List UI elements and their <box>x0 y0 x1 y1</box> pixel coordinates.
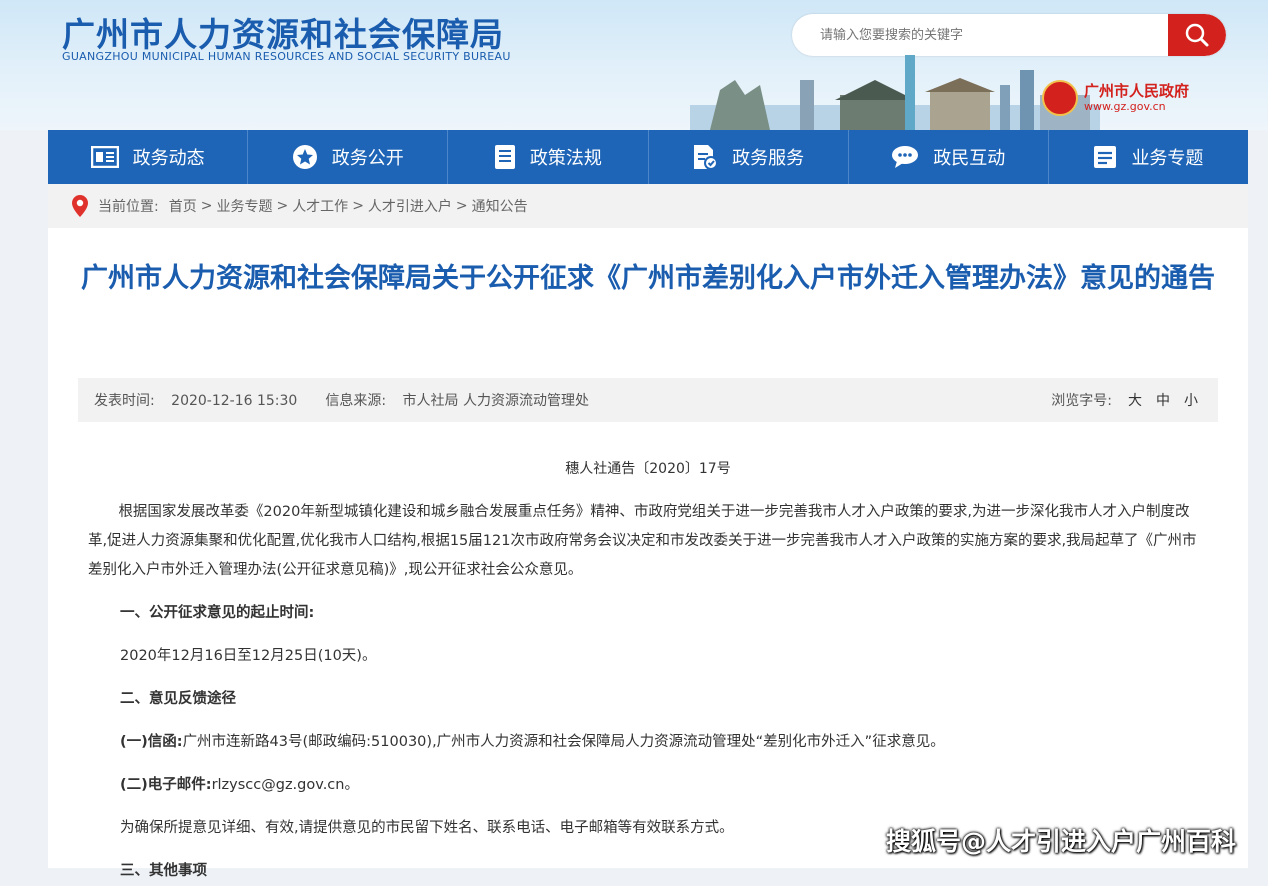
topic-list-icon <box>1093 145 1117 169</box>
breadcrumb-item-yewu-zhuanti[interactable]: 业务专题 <box>216 196 272 216</box>
section1-text: 2020年12月16日至12月25日(10天)。 <box>120 648 377 664</box>
breadcrumb-item-tongzhi-gonggao[interactable]: 通知公告 <box>472 196 528 216</box>
nav-item-yewu-zhuanti[interactable]: 业务专题 <box>1049 130 1248 184</box>
star-circle-icon <box>292 144 318 170</box>
letter-paragraph: (一)信函:广州市连新路43号(邮政编码:510030),广州市人力资源和社会保… <box>88 728 1208 757</box>
nav-label: 政民互动 <box>933 148 1006 169</box>
publish-time: 发表时间: 2020-12-16 15:30 <box>94 390 297 410</box>
nav-item-zhengwu-gongkai[interactable]: 政务公开 <box>248 130 449 184</box>
service-doc-icon <box>692 144 719 170</box>
breadcrumb-separator: > <box>455 198 468 214</box>
gz-government-logo[interactable]: 广州市人民政府 www.gz.gov.cn <box>1042 80 1189 116</box>
city-skyline-illustration <box>690 55 1100 130</box>
nav-label: 政务服务 <box>732 148 805 169</box>
main-nav: 政务动态 政务公开 政策法规 政务服务 政民互动 业务专题 <box>48 130 1248 184</box>
breadcrumb-separator: > <box>200 198 213 214</box>
font-size-medium-button[interactable]: 中 <box>1156 390 1170 410</box>
nav-label: 业务专题 <box>1131 148 1204 169</box>
nav-item-zhengce-fagui[interactable]: 政策法规 <box>448 130 649 184</box>
gov-emblem-icon <box>1042 80 1078 116</box>
section2-heading: 二、意见反馈途径 <box>120 691 236 707</box>
article-container: 广州市人力资源和社会保障局关于公开征求《广州市差别化入户市外迁入管理办法》意见的… <box>48 228 1248 879</box>
site-title-en: GUANGZHOU MUNICIPAL HUMAN RESOURCES AND … <box>62 50 511 63</box>
font-size-small-button[interactable]: 小 <box>1184 390 1198 410</box>
publish-time-label: 发表时间: <box>94 393 155 409</box>
document-list-icon <box>494 144 516 170</box>
publish-time-value: 2020-12-16 15:30 <box>171 393 298 409</box>
breadcrumb-label: 当前位置: <box>98 199 159 215</box>
article-title: 广州市人力资源和社会保障局关于公开征求《广州市差别化入户市外迁入管理办法》意见的… <box>81 263 1215 294</box>
breadcrumb-separator: > <box>352 198 364 214</box>
site-title[interactable]: 广州市人力资源和社会保障局 <box>62 8 504 56</box>
search-button[interactable] <box>1168 14 1226 56</box>
email-label: (二)电子邮件: <box>120 777 212 793</box>
nav-label: 政务公开 <box>331 148 404 169</box>
font-size-label: 浏览字号: <box>1051 393 1112 409</box>
section1-heading: 一、公开征求意见的起止时间: <box>120 605 315 621</box>
gov-name: 广州市人民政府 <box>1084 82 1190 100</box>
nav-label: 政策法规 <box>529 148 602 169</box>
letter-text: 广州市连新路43号(邮政编码:510030),广州市人力资源和社会保障局人力资源… <box>182 734 945 750</box>
location-pin-icon <box>72 195 88 217</box>
gov-url: www.gz.gov.cn <box>1084 100 1166 113</box>
email-paragraph: (二)电子邮件:rlzyscc@gz.gov.cn。 <box>88 771 1208 800</box>
email-text[interactable]: rlzyscc@gz.gov.cn。 <box>212 777 359 793</box>
search-icon <box>1185 23 1209 47</box>
breadcrumb: 当前位置: 首页 > 业务专题 > 人才工作 > 人才引进入户 > 通知公告 <box>48 184 1248 228</box>
font-size-large-button[interactable]: 大 <box>1128 390 1142 410</box>
document-number: 穗人社通告〔2020〕17号 <box>565 461 731 477</box>
section3-heading: 三、其他事项 <box>120 863 207 879</box>
site-header: 广州市人力资源和社会保障局 GUANGZHOU MUNICIPAL HUMAN … <box>0 0 1268 130</box>
breadcrumb-item-rencai-gongzuo[interactable]: 人才工作 <box>292 196 348 216</box>
nav-item-zhengwu-dongtai[interactable]: 政务动态 <box>48 130 249 184</box>
info-source-label: 信息来源: <box>325 393 387 409</box>
nav-label: 政务动态 <box>132 148 205 169</box>
chat-bubble-icon <box>891 145 919 169</box>
intro-paragraph: 根据国家发展改革委《2020年新型城镇化建设和城乡融合发展重点任务》精神、市政府… <box>88 504 1197 578</box>
letter-label: (一)信函: <box>120 734 183 750</box>
info-source: 信息来源: 市人社局 人力资源流动管理处 <box>325 390 589 410</box>
newspaper-icon <box>90 146 119 168</box>
breadcrumb-home[interactable]: 首页 <box>169 196 197 216</box>
nav-item-zhengmin-hudong[interactable]: 政民互动 <box>849 130 1049 184</box>
sohu-watermark: 搜狐号@人才引进入户广州百科 <box>886 827 1237 856</box>
article-meta-bar: 发表时间: 2020-12-16 15:30 信息来源: 市人社局 人力资源流动… <box>78 378 1218 422</box>
breadcrumb-item-rencai-yinjin[interactable]: 人才引进入户 <box>368 196 452 216</box>
breadcrumb-separator: > <box>276 198 289 214</box>
info-source-value: 市人社局 人力资源流动管理处 <box>402 393 589 409</box>
nav-item-zhengwu-fuwu[interactable]: 政务服务 <box>649 130 849 184</box>
